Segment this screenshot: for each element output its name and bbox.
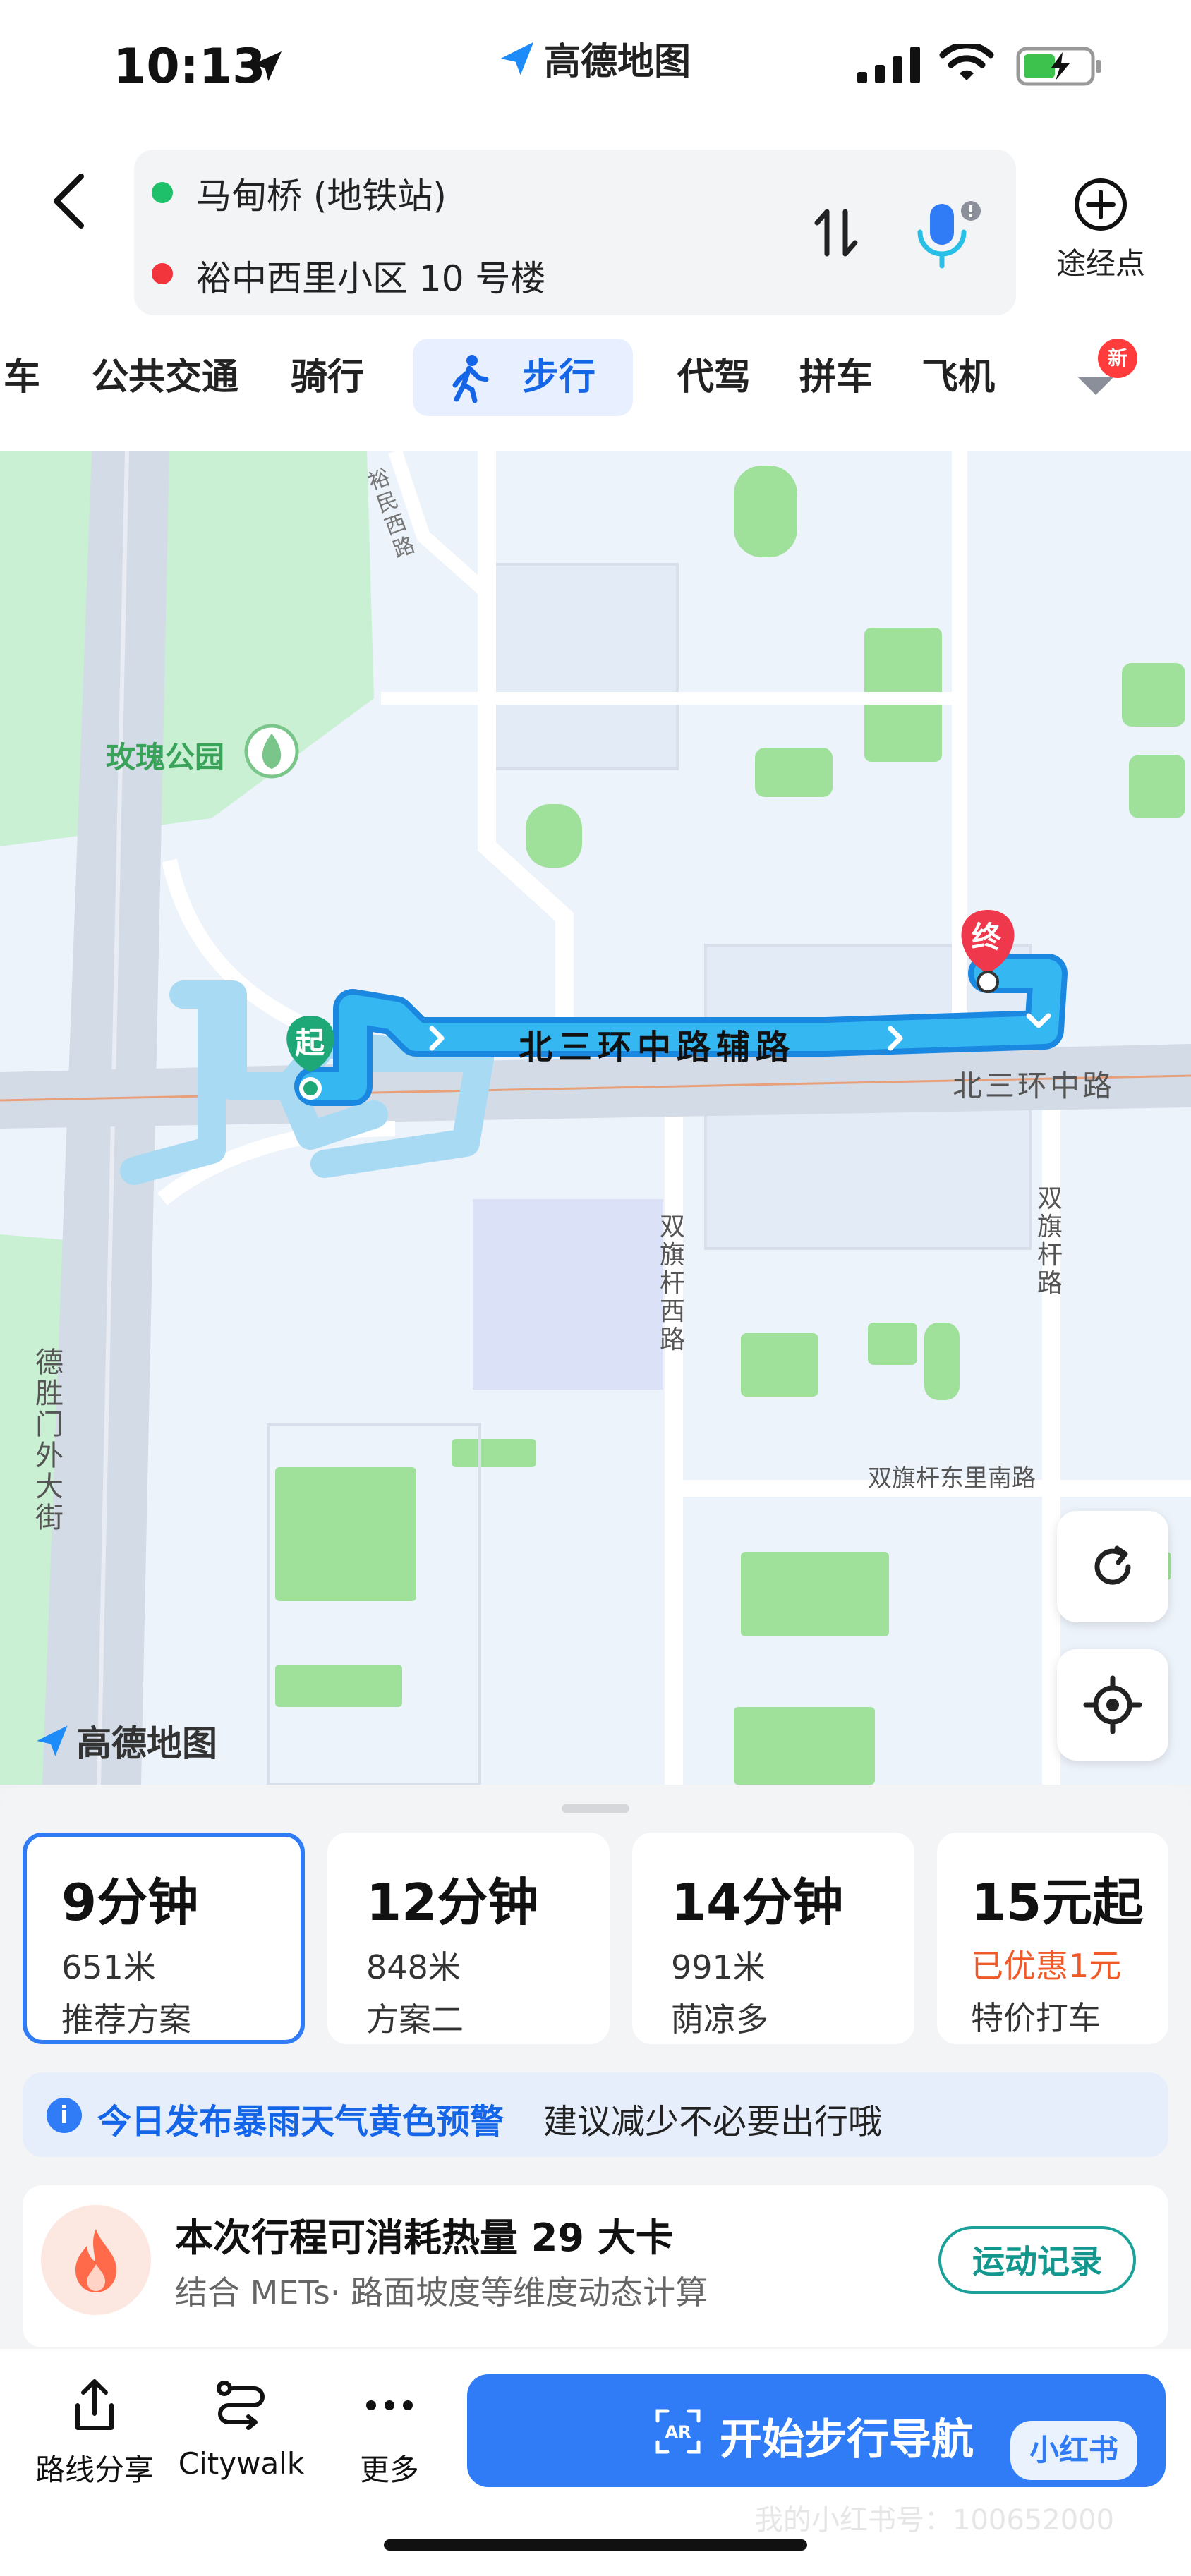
tab-cycling[interactable]: 骑行 xyxy=(291,339,364,416)
walk-icon xyxy=(452,355,489,403)
map-label-main-road: 北三环中路 xyxy=(953,1069,1116,1103)
tab-carpool[interactable]: 拼车 xyxy=(799,339,873,416)
map-label-shuangqi-east: 双旗杆东里南路 xyxy=(868,1464,1036,1493)
start-marker[interactable]: 起 xyxy=(295,1019,325,1062)
map-label-deshengmen: 德胜门外大街 xyxy=(35,1347,64,1534)
home-indicator[interactable] xyxy=(384,2539,807,2551)
option-note: 特价打车 xyxy=(971,1999,1101,2037)
option-note: 荫凉多 xyxy=(671,2000,768,2039)
ar-icon: AR xyxy=(655,2409,701,2454)
more-button[interactable]: 更多 xyxy=(319,2377,460,2489)
wifi-icon xyxy=(939,44,994,80)
more-tabs-dropdown-icon[interactable] xyxy=(1076,375,1116,396)
exercise-record-button[interactable]: 运动记录 xyxy=(938,2226,1136,2294)
citywalk-label: Citywalk xyxy=(178,2446,305,2481)
option-time: 14分钟 xyxy=(671,1873,844,1932)
map-label-park: 玫瑰公园 xyxy=(106,740,225,774)
route-option-recommended[interactable]: 9分钟 651米 推荐方案 xyxy=(23,1833,305,2044)
weather-alert-title: 今日发布暴雨天气黄色预警 xyxy=(97,2102,504,2141)
locate-me-button[interactable] xyxy=(1057,1649,1168,1761)
info-icon: i xyxy=(47,2098,82,2133)
origin-dot-icon xyxy=(152,182,173,203)
destination-input[interactable]: 裕中西里小区 10 号楼 xyxy=(196,250,545,301)
amap-logo-icon xyxy=(37,1725,68,1756)
amap-logo-icon xyxy=(500,42,534,75)
calorie-title: 本次行程可消耗热量 29 大卡 xyxy=(175,2216,674,2260)
status-time: 10:13 xyxy=(113,39,266,95)
share-route-button[interactable]: 路线分享 xyxy=(24,2377,165,2489)
calorie-subtitle: 结合 METs· 路面坡度等维度动态计算 xyxy=(175,2273,708,2311)
battery-charging-icon xyxy=(1016,47,1101,86)
map-label-route-road: 北三环中路辅路 xyxy=(519,1028,796,1067)
map-label-shuangqi-west: 双旗杆西路 xyxy=(660,1213,686,1354)
citywalk-icon xyxy=(217,2381,265,2430)
new-badge: 新 xyxy=(1098,339,1137,378)
origin-input[interactable]: 马甸桥 (地铁站) xyxy=(196,168,447,219)
map-canvas xyxy=(0,451,1191,1785)
plus-circle-icon xyxy=(1075,178,1127,231)
option-time: 12分钟 xyxy=(366,1873,539,1932)
route-option-shade[interactable]: 14分钟 991米 荫凉多 xyxy=(632,1833,914,2044)
cellular-signal-icon xyxy=(857,47,920,83)
option-distance: 848米 xyxy=(366,1948,461,1986)
option-price: 15元起 xyxy=(971,1873,1144,1932)
refresh-icon xyxy=(1094,1545,1131,1585)
share-icon xyxy=(75,2379,114,2430)
end-marker[interactable]: 终 xyxy=(972,913,1001,956)
citywalk-button[interactable]: Citywalk xyxy=(171,2377,312,2481)
add-waypoint-button[interactable]: 途经点 xyxy=(1044,176,1157,283)
voice-input-button[interactable] xyxy=(910,201,988,272)
start-navigation-label: 开始步行导航 xyxy=(720,2415,974,2465)
tab-flight[interactable]: 飞机 xyxy=(921,339,995,416)
share-label: 路线分享 xyxy=(35,2453,154,2487)
option-distance: 991米 xyxy=(671,1948,766,1986)
option-note: 推荐方案 xyxy=(61,2000,191,2039)
sheet-drag-handle[interactable] xyxy=(562,1804,629,1813)
map-logo-label: 高德地图 xyxy=(76,1723,217,1764)
more-dots-icon xyxy=(366,2400,413,2410)
watermark-text: 我的小红书号：100652000 xyxy=(755,2504,1115,2536)
option-distance: 651米 xyxy=(61,1948,156,1986)
location-arrow-icon xyxy=(252,51,282,81)
locate-icon xyxy=(1083,1675,1142,1734)
option-discount: 已优惠1元 xyxy=(971,1947,1122,1985)
route-option-2[interactable]: 12分钟 848米 方案二 xyxy=(327,1833,610,2044)
route-option-taxi[interactable]: 15元起 已优惠1元 特价打车 xyxy=(937,1833,1168,2044)
svg-text:AR: AR xyxy=(665,2422,691,2442)
map-watermark-logo: 高德地图 xyxy=(34,1715,217,1766)
xiaohongshu-logo: 小红书 xyxy=(1010,2421,1137,2480)
option-time: 9分钟 xyxy=(61,1873,199,1932)
map-label-shuangqi: 双旗杆路 xyxy=(1037,1184,1063,1298)
option-note: 方案二 xyxy=(366,2000,464,2039)
tab-walking-label: 步行 xyxy=(522,356,596,399)
destination-dot-icon xyxy=(152,263,173,284)
more-label: 更多 xyxy=(359,2453,419,2487)
app-brand-label: 高德地图 xyxy=(544,41,691,83)
waypoint-label: 途经点 xyxy=(1056,246,1145,281)
transport-tabs: 车 公共交通 骑行 步行 代驾 拼车 飞机 xyxy=(0,339,1191,423)
fire-icon xyxy=(41,2205,151,2315)
tab-car[interactable]: 车 xyxy=(4,339,53,416)
tab-walking[interactable]: 步行 xyxy=(413,339,633,416)
weather-alert-text: 建议减少不必要出行哦 xyxy=(543,2102,883,2141)
swap-route-button[interactable] xyxy=(811,205,861,261)
map-view[interactable]: 玫瑰公园 北三环中路辅路 北三环中路 德胜门外大街 双旗杆西路 双旗杆路 双旗杆… xyxy=(0,451,1191,1785)
refresh-route-button[interactable] xyxy=(1057,1511,1168,1622)
tab-public-transit[interactable]: 公共交通 xyxy=(92,339,238,416)
app-brand: 高德地图 xyxy=(497,32,691,85)
back-button[interactable] xyxy=(39,162,102,240)
tab-designated-driver[interactable]: 代驾 xyxy=(677,339,751,416)
